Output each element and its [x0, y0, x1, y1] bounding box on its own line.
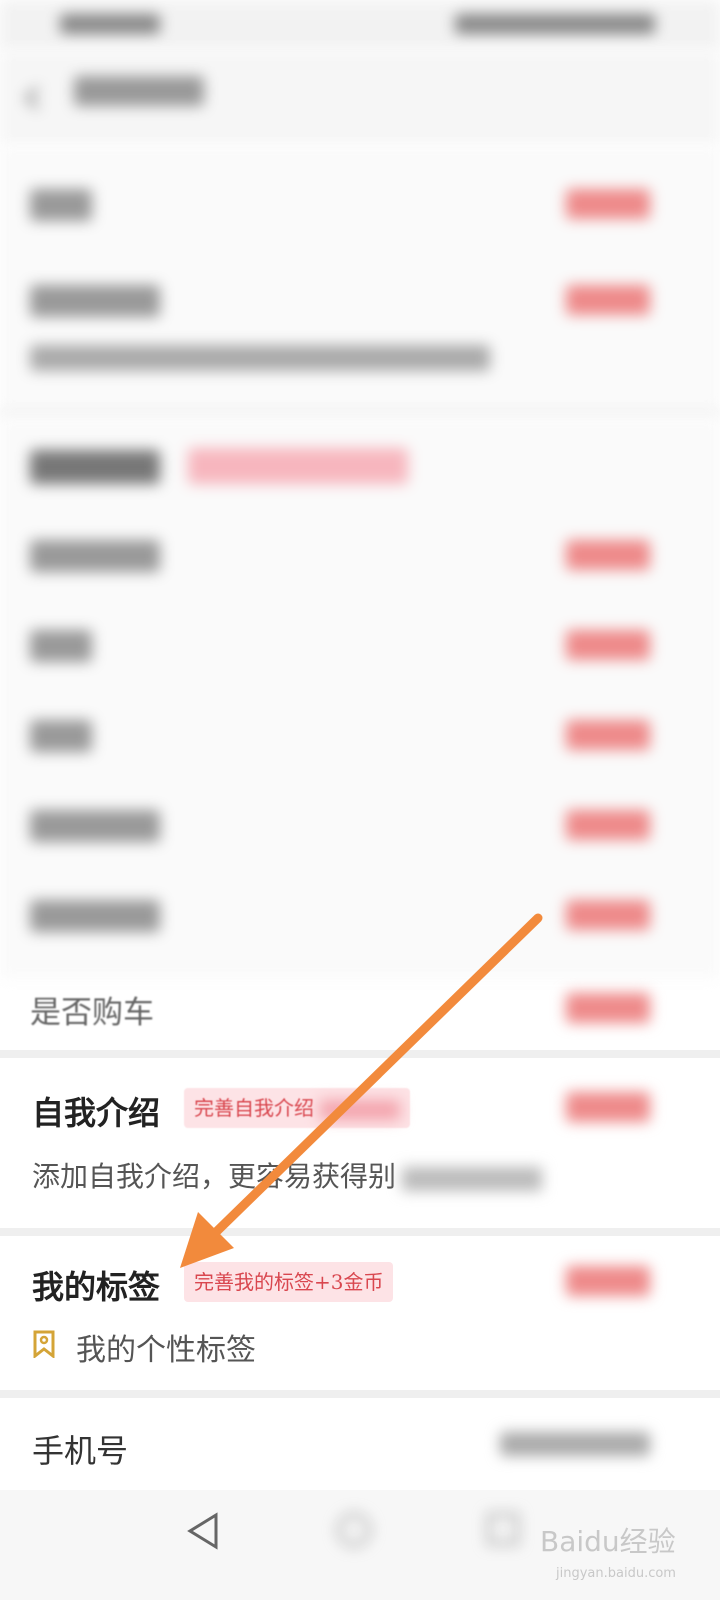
my-tags-value [566, 1266, 650, 1296]
profile-row[interactable] [30, 896, 690, 936]
personal-tags-text[interactable]: 我的个性标签 [76, 1325, 256, 1369]
profile-row[interactable] [30, 281, 690, 321]
divider [0, 1050, 720, 1058]
my-tags-title: 我的标签 [32, 1268, 161, 1306]
self-intro-badge: 完善自我介绍 [184, 1088, 410, 1128]
more-info-section [0, 418, 720, 978]
battery-time [455, 14, 655, 34]
phone-value [500, 1432, 650, 1456]
back-arrow-icon[interactable] [24, 86, 40, 110]
status-bar [0, 0, 720, 50]
divider [0, 410, 720, 418]
watermark-sub: jingyan.baidu.com [556, 1566, 676, 1581]
row-label [30, 189, 92, 221]
nav-home-icon[interactable] [336, 1512, 372, 1548]
row-label [30, 285, 160, 317]
basic-info-section [0, 145, 720, 410]
divider [0, 1390, 720, 1398]
signal-icons [60, 14, 160, 34]
watermark-brand: Baidu经验 [540, 1525, 676, 1558]
profile-row[interactable] [30, 536, 690, 576]
page-title [74, 76, 204, 106]
nav-recent-icon[interactable] [486, 1512, 520, 1546]
profile-row[interactable] [30, 806, 690, 846]
profile-row[interactable] [30, 185, 690, 225]
profile-row[interactable] [30, 716, 690, 756]
row-hint [30, 343, 690, 375]
my-tags-badge: 完善我的标签+3金币 [184, 1262, 394, 1302]
section-title [30, 450, 160, 484]
bookmark-icon [33, 1330, 55, 1358]
car-owner-row[interactable]: 是否购车 [30, 985, 690, 1031]
nav-back-icon[interactable] [186, 1512, 220, 1550]
profile-row[interactable] [30, 626, 690, 666]
app-bar [0, 50, 720, 145]
row-value [566, 189, 650, 219]
phone-label: 手机号 [32, 1432, 129, 1470]
car-owner-value [566, 993, 650, 1023]
self-intro-value [566, 1092, 650, 1122]
self-intro-badge-text: 完善自我介绍 [194, 1096, 314, 1120]
car-owner-label: 是否购车 [30, 995, 154, 1031]
self-intro-hint-text: 添加自我介绍，更容易获得别 [32, 1160, 397, 1193]
row-value [566, 285, 650, 315]
section-badge [188, 448, 408, 484]
system-nav-bar: Baidu经验 jingyan.baidu.com [0, 1490, 720, 1600]
self-intro-title: 自我介绍 [32, 1094, 161, 1132]
self-intro-hint: 添加自我介绍，更容易获得别 [32, 1155, 543, 1195]
divider [0, 1228, 720, 1236]
